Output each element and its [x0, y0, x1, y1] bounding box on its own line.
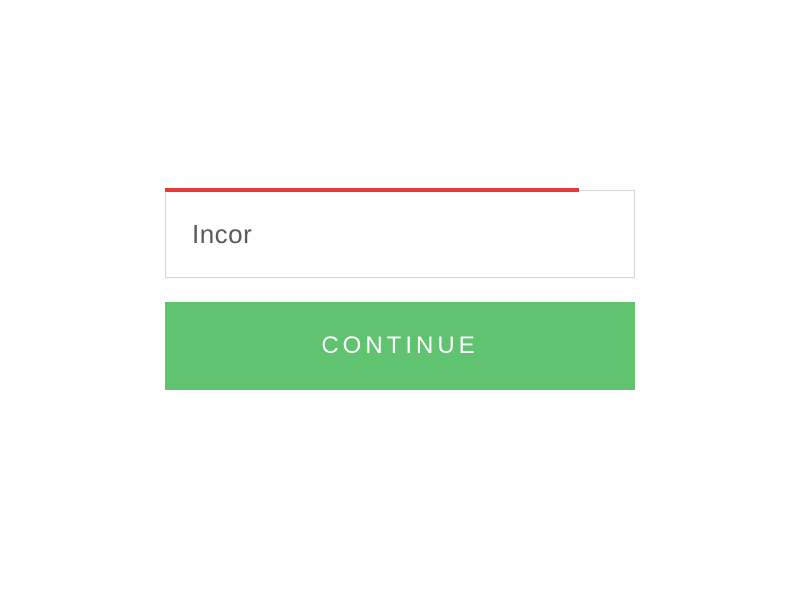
input-wrapper — [165, 190, 635, 278]
text-input[interactable] — [165, 190, 635, 278]
input-progress-bar — [165, 188, 579, 192]
form-container: CONTINUE — [165, 190, 635, 390]
continue-button[interactable]: CONTINUE — [165, 302, 635, 390]
